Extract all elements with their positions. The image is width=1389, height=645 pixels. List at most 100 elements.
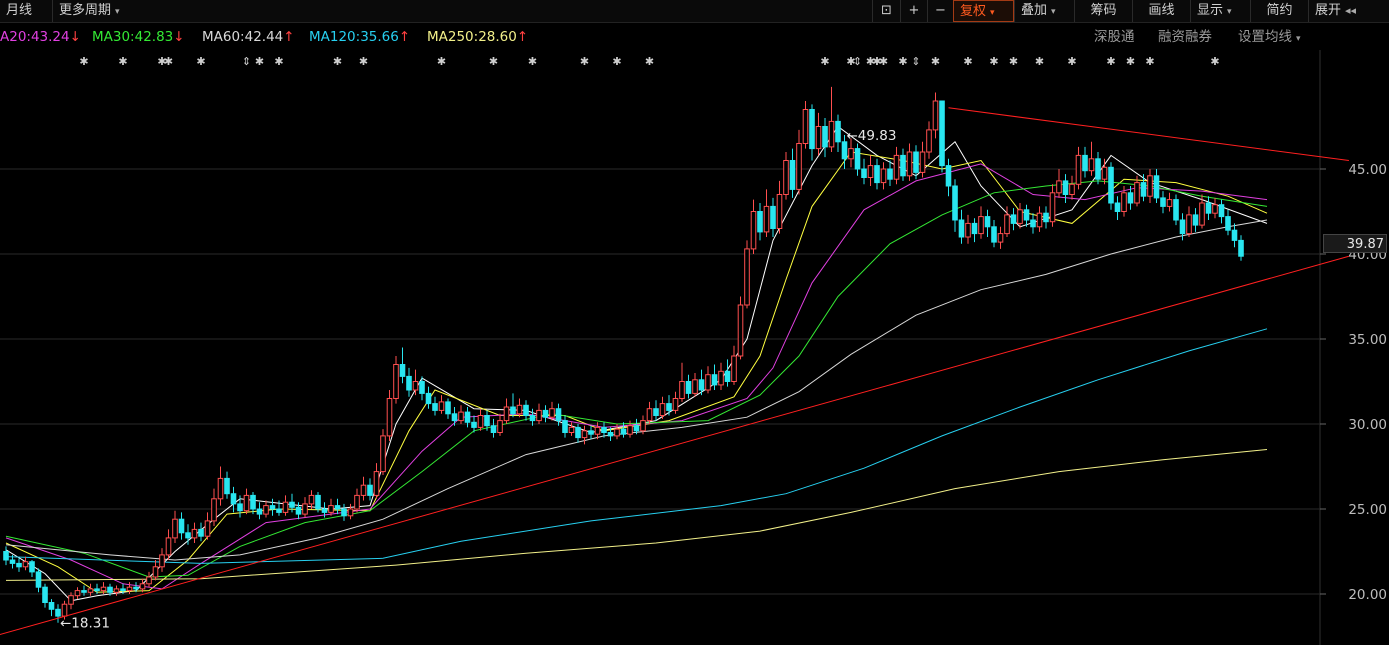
lock-button[interactable]: ⊡ [872,0,900,22]
candle-body-down [1225,216,1231,231]
candle-body-down [607,432,614,437]
candle-body-down [854,148,861,170]
high-price-label: ←49.83 [847,128,897,144]
candle-body-up [360,484,367,496]
ma120-legend[interactable]: MA120:35.66↑ [309,24,410,50]
candle-body-down [711,374,718,386]
candle-body-down [841,141,848,160]
candle-body-down [958,219,965,238]
chips-label: 筹码 [1090,3,1117,18]
candle-body-down [1062,180,1069,195]
event-marker-icon: ⇕ [911,55,920,68]
ma30-arrow-icon: ↓ [173,29,185,45]
candle-body-down [1030,219,1036,228]
candle-body-up [152,566,159,578]
candle-body-up [614,428,620,437]
y-axis-ticks: 45.0040.0035.0030.0025.0020.00 [1320,162,1387,603]
candle-body-up [412,381,419,391]
zoom-in-button[interactable]: + [900,0,927,22]
candle-body-down [289,501,295,508]
ma10-line [5,151,1268,593]
candle-body-up [997,233,1004,243]
candle-body-down [724,370,731,382]
event-marker-icon: ✱ [333,55,342,68]
adjust-rights-dropdown[interactable]: 复权 ▾ [953,0,1014,22]
candle-body-down [984,216,991,228]
candle-body-down [1173,199,1179,221]
chips-button[interactable]: 筹码 [1074,0,1132,22]
margin-trading-link[interactable]: 融资融券 [1158,24,1212,50]
candle-body-down [698,379,705,391]
y-tick-label: 25.00 [1348,502,1387,518]
event-marker-icon: ✱ [580,55,589,68]
candle-body-down [887,168,893,180]
display-label: 显示 [1197,3,1224,18]
monthly-period-button[interactable]: 月线 [0,0,50,22]
candle-body-up [737,304,744,357]
candle-body-up [100,586,107,592]
candle-body-up [74,590,81,597]
event-marker-icon: ✱ [437,55,446,68]
draw-line-button[interactable]: 画线 [1132,0,1190,22]
candle-body-up [828,120,835,148]
monthly-label: 月线 [6,3,33,18]
ma120-value: MA120:35.66 [309,29,399,45]
expand-button[interactable]: 展开 ◂◂ [1308,0,1389,22]
zoom-out-button[interactable]: − [927,0,953,22]
candle-body-up [594,426,601,435]
candle-body-up [61,603,68,617]
candle-body-up [783,160,789,195]
chevron-down-icon: ▾ [1051,7,1056,17]
candle-body-down [1218,204,1225,218]
candle-body-down [1023,209,1030,221]
candle-body-down [1153,175,1160,199]
ma250-legend[interactable]: MA250:28.60↑ [427,24,528,50]
candle-body-up [354,494,360,510]
candle-body-down [484,415,490,427]
candle-body-up [744,248,750,306]
candle-body-down [874,165,880,184]
adjust-rights-label: 复权 [960,4,987,19]
sz-connect-link[interactable]: 深股通 [1094,24,1135,50]
candle-body-down [42,586,48,604]
candle-body-down [120,588,126,592]
candle-body-up [932,100,939,131]
ma30-legend[interactable]: MA30:42.83↓ [92,24,185,50]
draw-line-label: 画线 [1148,3,1175,18]
candle-body-down [653,408,659,417]
y-tick-label: 30.00 [1348,417,1387,433]
candle-body-up [516,404,523,415]
event-marker-icon: ⇕ [853,55,862,68]
candle-body-up [503,406,510,422]
candlestick-chart[interactable]: 45.0040.0035.0030.0025.0020.00 ✱ ✱ ✱✱ ✱ ✱ ✱ ✱ ✱… [0,50,1389,645]
candle-body-up [893,154,900,180]
candle-body-down [861,168,867,178]
trendline [948,107,1349,161]
ma-settings-dropdown[interactable]: 设置均线 ▾ [1238,24,1301,50]
candle-body-down [1160,197,1166,207]
candle-body-down [1192,214,1199,226]
candle-body-up [978,216,984,235]
candle-body-down [490,425,497,434]
overlay-dropdown[interactable]: 叠加 ▾ [1014,0,1074,22]
low-price-label: ←18.31 [60,616,110,632]
candle-body-down [939,100,945,167]
candle-body-up [919,151,926,173]
candle-body-down [562,420,568,434]
candle-body-up [1121,192,1127,213]
candle-body-up [549,408,555,418]
ma60-legend[interactable]: MA60:42.44↑ [202,24,295,50]
ma20-line [5,163,1268,590]
event-marker-icon: ✱ [1067,55,1076,68]
simple-mode-button[interactable]: 简约 [1250,0,1308,22]
display-dropdown[interactable]: 显示 ▾ [1190,0,1250,22]
candle-body-down [321,508,328,513]
event-marker-icon: ✱ [164,55,173,68]
candle-body-down [770,205,776,229]
candle-body-up [347,508,354,517]
more-periods-dropdown[interactable]: 更多周期 ▾ [52,0,140,22]
more-periods-label: 更多周期 [59,3,112,18]
candle-body-down [971,222,978,235]
ma20-legend[interactable]: A20:43.24↓ [0,24,81,50]
candle-body-up [1212,204,1218,214]
